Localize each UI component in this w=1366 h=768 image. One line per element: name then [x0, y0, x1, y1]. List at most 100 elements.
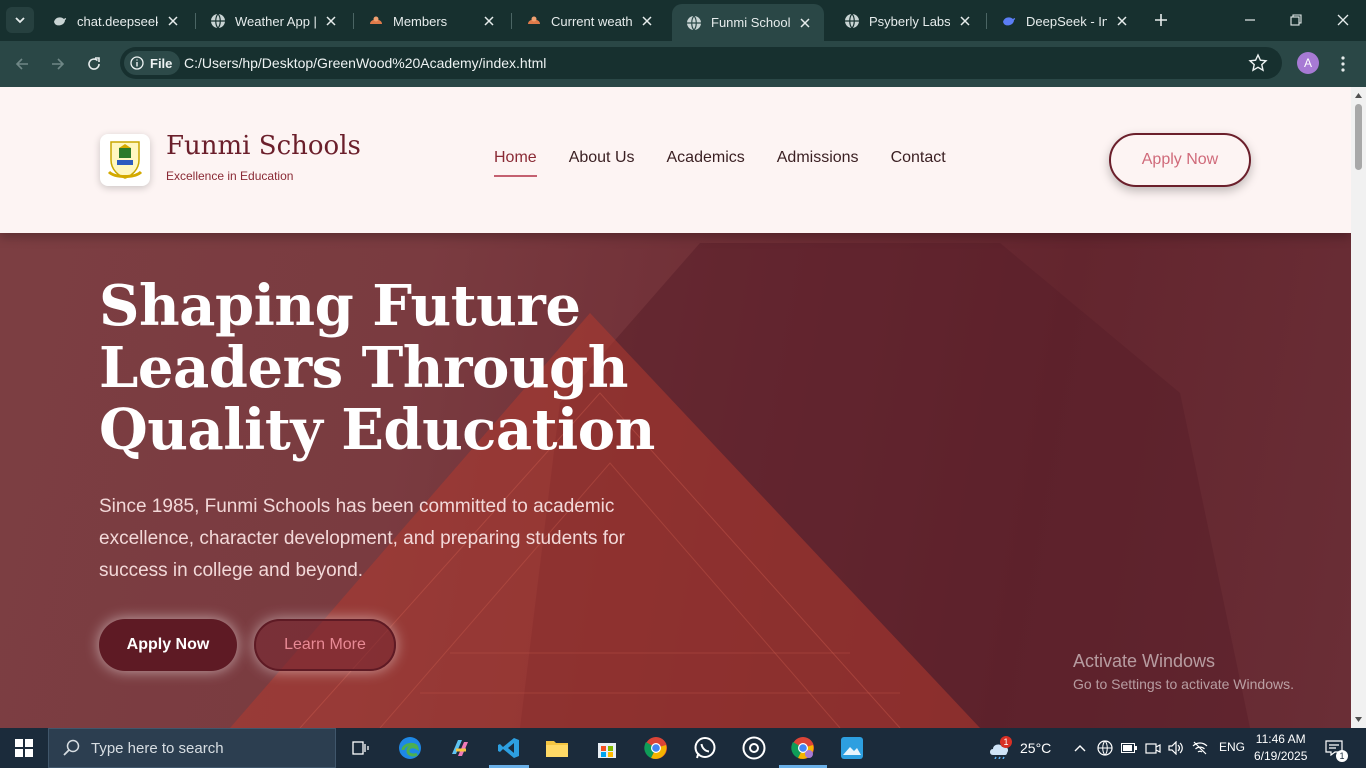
chrome-taskbar-button[interactable]: [642, 734, 670, 762]
folder-icon: [546, 741, 568, 757]
chrome-profile-taskbar-button[interactable]: [789, 734, 817, 762]
bookmark-star-icon[interactable]: [1248, 53, 1268, 73]
weather-temperature[interactable]: 25°C: [1020, 740, 1051, 756]
search-placeholder: Type here to search: [91, 739, 224, 757]
chevron-up-icon: [1074, 745, 1086, 752]
address-bar[interactable]: File C:/Users/hp/Desktop/GreenWood%20Aca…: [120, 47, 1282, 79]
network-status[interactable]: [1095, 734, 1115, 762]
nav-admissions[interactable]: Admissions: [777, 149, 859, 177]
info-icon: [130, 56, 144, 70]
windows-logo-icon: [15, 739, 33, 757]
url-text[interactable]: C:/Users/hp/Desktop/GreenWood%20Academy/…: [184, 55, 546, 71]
browser-tab-strip: chat.deepseek.com Weather App | Explore …: [0, 0, 1366, 41]
task-view-button[interactable]: [346, 734, 374, 762]
scroll-thumb[interactable]: [1355, 104, 1362, 170]
whatsapp-icon: [694, 737, 716, 759]
arrow-left-icon: [15, 58, 28, 70]
arrow-right-icon: [52, 58, 65, 70]
clock-time: 11:46 AM: [1255, 732, 1306, 746]
nav-home[interactable]: Home: [494, 149, 537, 177]
browser-tab[interactable]: Weather App | Explore: [196, 6, 350, 36]
wifi-status[interactable]: [1190, 734, 1210, 762]
language-indicator[interactable]: ENG: [1219, 740, 1245, 754]
copilot-icon: [452, 740, 468, 756]
hero-description: Since 1985, Funmi Schools has been commi…: [99, 496, 625, 581]
chevron-down-icon: [15, 17, 25, 24]
browser-tab-active[interactable]: Funmi School | Excellence: [672, 4, 824, 41]
vscode-taskbar-button[interactable]: [495, 734, 523, 762]
close-icon[interactable]: [956, 12, 974, 30]
wifi-off-icon: [1192, 741, 1208, 755]
browser-menu-button[interactable]: [1332, 52, 1354, 76]
edge-taskbar-button[interactable]: [396, 734, 424, 762]
browser-tab[interactable]: Psyberly Labs | Home: [830, 6, 984, 36]
back-button[interactable]: [10, 52, 34, 76]
file-chip-label: File: [150, 55, 173, 71]
clock-date: 6/19/2025: [1254, 749, 1308, 763]
close-icon[interactable]: [638, 12, 656, 30]
nav-academics[interactable]: Academics: [667, 149, 745, 177]
obs-taskbar-button[interactable]: [740, 734, 768, 762]
school-logo[interactable]: [100, 134, 150, 186]
windows-taskbar: Type here to search 1 25°C ENG 11:46 AM …: [0, 728, 1366, 768]
store-icon: [598, 743, 616, 758]
nav-about-us[interactable]: About Us: [569, 149, 635, 177]
header-apply-button[interactable]: Apply Now: [1109, 133, 1251, 187]
browser-tab[interactable]: Current weather: [512, 6, 666, 36]
volume-button[interactable]: [1166, 734, 1186, 762]
scroll-up-icon[interactable]: [1354, 91, 1363, 100]
tray-overflow-button[interactable]: [1070, 734, 1090, 762]
store-taskbar-button[interactable]: [593, 734, 621, 762]
nav-contact[interactable]: Contact: [891, 149, 946, 177]
close-icon[interactable]: [322, 12, 340, 30]
tab-label: chat.deepseek.com: [77, 13, 158, 29]
school-crest-icon: [107, 141, 143, 179]
chrome-icon: [791, 737, 814, 759]
forward-button[interactable]: [46, 52, 70, 76]
profile-avatar[interactable]: A: [1297, 52, 1319, 74]
browser-tab[interactable]: DeepSeek - Into the Unknown: [987, 6, 1141, 36]
main-nav: Home About Us Academics Admissions Conta…: [494, 149, 946, 177]
page-scrollbar[interactable]: [1351, 87, 1366, 728]
meet-now-button[interactable]: [1143, 734, 1163, 762]
brand-tagline: Excellence in Education: [166, 169, 294, 183]
close-icon[interactable]: [1113, 12, 1131, 30]
start-button[interactable]: [0, 728, 48, 768]
site-info-chip[interactable]: File: [124, 51, 181, 75]
close-icon[interactable]: [480, 12, 498, 30]
scroll-down-icon[interactable]: [1354, 715, 1363, 724]
minimize-button[interactable]: [1238, 8, 1262, 32]
tab-label: Members: [393, 13, 448, 29]
tab-label: Psyberly Labs | Home: [869, 13, 950, 29]
app-icon: [528, 16, 540, 24]
whatsapp-taskbar-button[interactable]: [691, 734, 719, 762]
close-icon: [1337, 14, 1349, 26]
battery-status[interactable]: [1119, 734, 1139, 762]
brand-name[interactable]: Funmi Schools: [166, 131, 361, 161]
file-explorer-taskbar-button[interactable]: [543, 734, 571, 762]
restore-button[interactable]: [1284, 8, 1308, 32]
watermark-subtitle: Go to Settings to activate Windows.: [1073, 676, 1294, 692]
photos-taskbar-button[interactable]: [838, 734, 866, 762]
taskbar-search[interactable]: Type here to search: [48, 728, 336, 768]
close-icon[interactable]: [796, 14, 814, 32]
reload-button[interactable]: [82, 52, 106, 76]
vscode-icon: [498, 738, 519, 758]
close-icon[interactable]: [164, 12, 182, 30]
close-window-button[interactable]: [1331, 8, 1355, 32]
globe-icon: [687, 15, 701, 30]
page-viewport: Funmi Schools Excellence in Education Ho…: [0, 87, 1351, 728]
browser-tab[interactable]: Members: [354, 6, 508, 36]
copilot-taskbar-button[interactable]: [446, 734, 474, 762]
hero-apply-button[interactable]: Apply Now: [99, 619, 237, 671]
new-tab-button[interactable]: [1150, 9, 1172, 31]
weather-badge: 1: [1000, 736, 1012, 748]
notification-count-badge: 1: [1336, 750, 1348, 762]
hero-learn-more-button[interactable]: Learn More: [254, 619, 396, 671]
tab-search-button[interactable]: [6, 7, 34, 33]
browser-tab[interactable]: chat.deepseek.com: [38, 6, 192, 36]
plus-icon: [1155, 14, 1167, 26]
taskbar-clock[interactable]: 11:46 AM 6/19/2025: [1254, 731, 1307, 765]
restore-icon: [1290, 14, 1302, 26]
speaker-icon: [1168, 741, 1183, 755]
